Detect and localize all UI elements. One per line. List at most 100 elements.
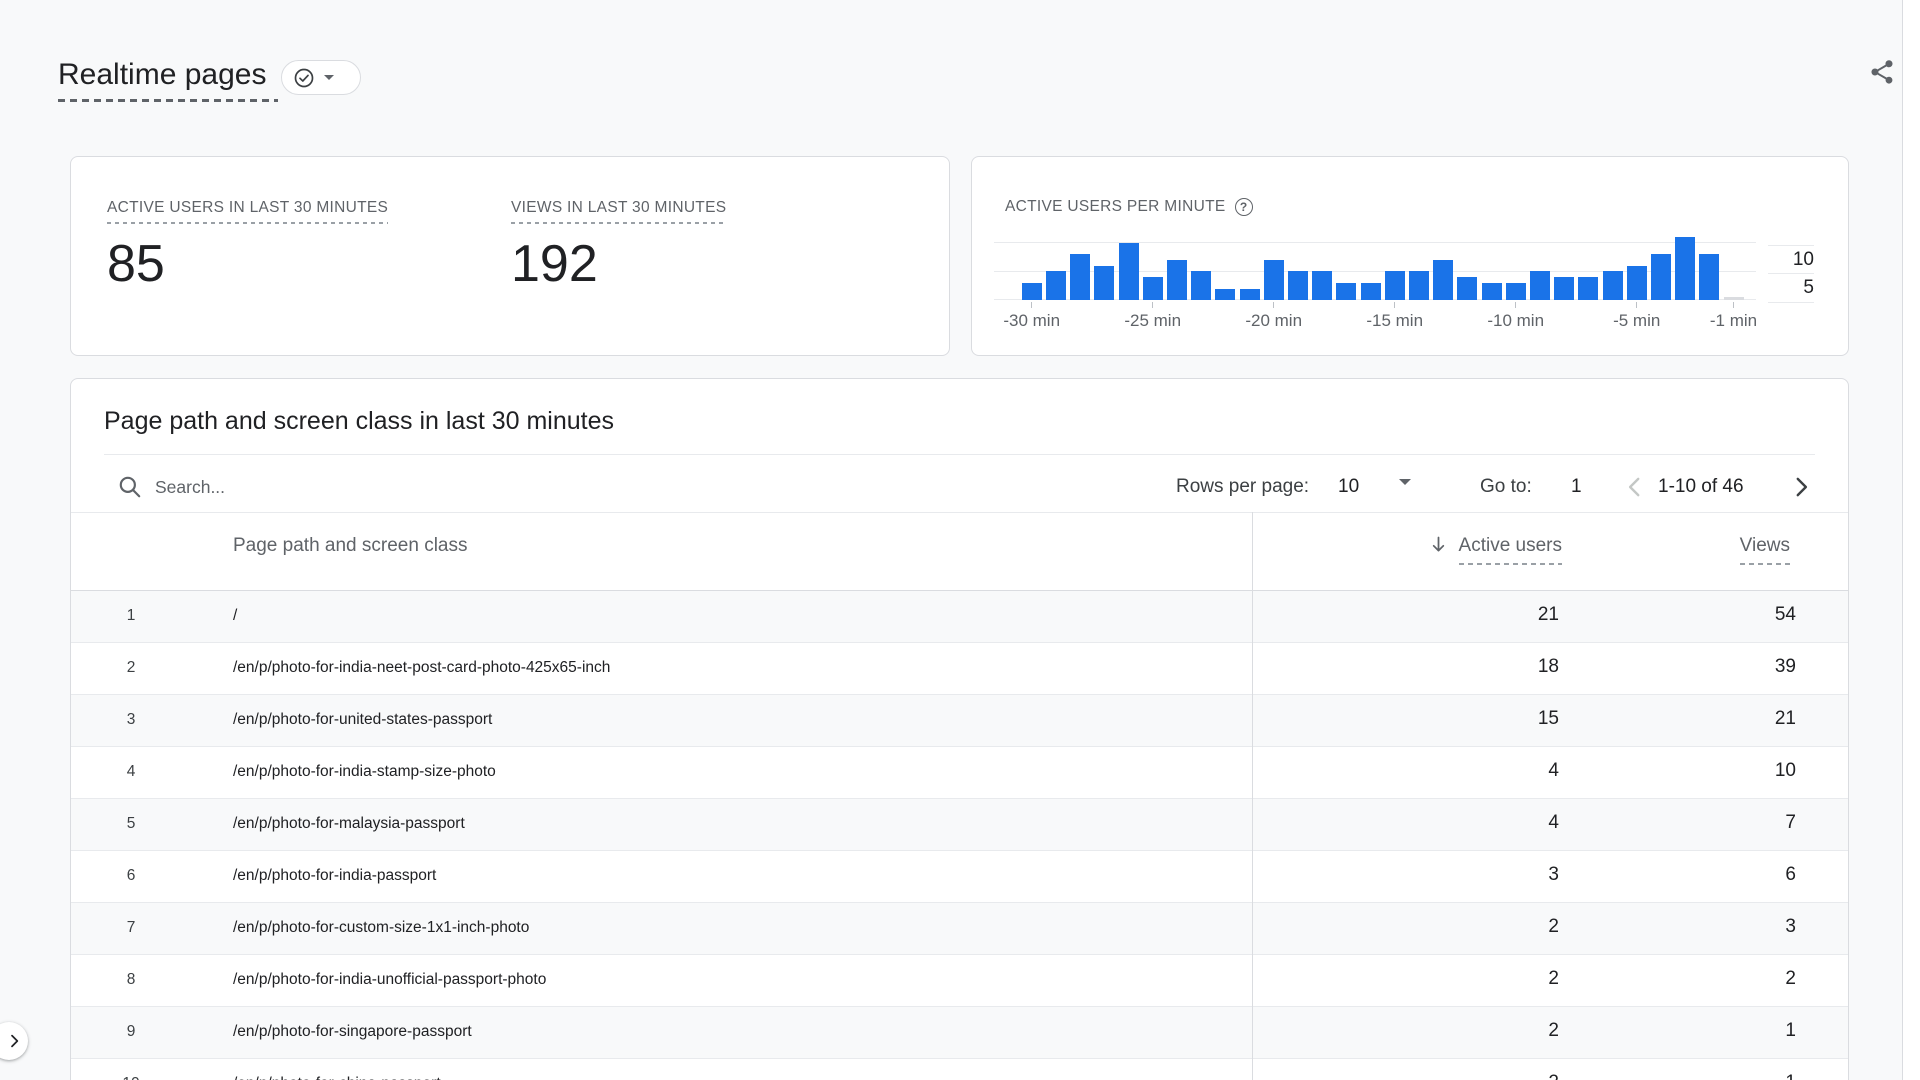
chart-bar	[1409, 271, 1429, 300]
summary-stats-card: ACTIVE USERS IN LAST 30 MINUTES 85 VIEWS…	[70, 156, 950, 356]
column-header-page-path[interactable]: Page path and screen class	[233, 535, 468, 557]
goto-page-input[interactable]: 1	[1571, 476, 1582, 498]
page-title-underline	[58, 99, 278, 102]
gridline-10	[994, 242, 1756, 243]
views-stat-label: VIEWS IN LAST 30 MINUTES	[511, 199, 726, 224]
chart-bar	[1240, 289, 1260, 300]
chart-bar	[1482, 283, 1502, 300]
row-index: 1	[119, 606, 143, 626]
chart-bar	[1433, 260, 1453, 300]
row-views: 3	[1785, 917, 1796, 937]
table-rows: 1/21542/en/p/photo-for-india-neet-post-c…	[71, 591, 1848, 1080]
row-index: 9	[119, 1022, 143, 1042]
chart-bar	[1312, 271, 1332, 300]
chart-bar	[1651, 254, 1671, 300]
goto-page-label: Go to:	[1480, 476, 1532, 498]
pages-table-card: Page path and screen class in last 30 mi…	[70, 378, 1849, 1080]
row-page-path: /en/p/photo-for-india-stamp-size-photo	[233, 762, 496, 782]
active-users-per-minute-card: ACTIVE USERS PER MINUTE ? -30 min-25 min…	[971, 156, 1849, 356]
chart-bar	[1022, 283, 1042, 300]
chart-bar	[1336, 283, 1356, 300]
rows-per-page-select[interactable]: 10	[1338, 476, 1359, 498]
collapsed-right-panel	[1902, 0, 1920, 1080]
chart-bar	[1603, 271, 1623, 300]
row-active-users: 15	[1538, 709, 1559, 729]
table-row: 10/en/p/photo-for-china-passport21	[71, 1059, 1848, 1080]
row-index: 5	[119, 814, 143, 834]
x-axis-label: -15 min	[1353, 311, 1437, 330]
row-views: 21	[1775, 709, 1796, 729]
page-title: Realtime pages	[58, 57, 266, 93]
row-page-path: /en/p/photo-for-malaysia-passport	[233, 814, 465, 834]
chart-bar	[1191, 271, 1211, 300]
chart-bar	[1530, 271, 1550, 300]
table-row: 8/en/p/photo-for-india-unofficial-passpo…	[71, 955, 1848, 1007]
row-page-path: /en/p/photo-for-china-passport	[233, 1074, 441, 1080]
row-index: 3	[119, 710, 143, 730]
row-index: 4	[119, 762, 143, 782]
y-axis-segment-0	[1768, 302, 1814, 303]
row-page-path: /en/p/photo-for-singapore-passport	[233, 1022, 472, 1042]
row-page-path: /en/p/photo-for-india-unofficial-passpor…	[233, 970, 546, 990]
x-axis-label: -5 min	[1595, 311, 1679, 330]
active-users-stat-value: 85	[107, 236, 388, 292]
chart-bar	[1506, 283, 1526, 300]
chart-bar	[1119, 243, 1139, 300]
row-index: 8	[119, 970, 143, 990]
chart-bar	[1264, 260, 1284, 300]
x-axis-label: -10 min	[1474, 311, 1558, 330]
x-axis-tick	[1273, 302, 1274, 308]
row-active-users: 4	[1548, 761, 1559, 781]
chart-bar	[1046, 271, 1066, 300]
share-icon[interactable]	[1868, 58, 1898, 88]
search-input[interactable]	[155, 473, 575, 501]
views-stat-value: 192	[511, 236, 726, 292]
y-axis-segment-10	[1768, 245, 1814, 246]
chart-bar-partial	[1724, 297, 1744, 300]
chart-bar	[1288, 271, 1308, 300]
chart-bar	[1578, 277, 1598, 300]
row-views: 1	[1785, 1021, 1796, 1041]
row-views: 39	[1775, 657, 1796, 677]
x-axis-label: -1 min	[1692, 311, 1776, 330]
chart-bar	[1143, 277, 1163, 300]
check-circle-icon	[293, 67, 315, 89]
row-views: 10	[1775, 761, 1796, 781]
row-index: 7	[119, 918, 143, 938]
previous-page-button[interactable]	[1622, 474, 1648, 500]
table-row: 5/en/p/photo-for-malaysia-passport47	[71, 799, 1848, 851]
table-row: 4/en/p/photo-for-india-stamp-size-photo 4…	[71, 747, 1848, 799]
row-active-users: 2	[1548, 1073, 1559, 1080]
row-page-path: /	[233, 606, 237, 626]
next-page-button[interactable]	[1788, 474, 1814, 500]
chart-bar	[1554, 277, 1574, 300]
caret-down-icon[interactable]	[1399, 485, 1411, 503]
chart-bar	[1385, 271, 1405, 300]
row-page-path: /en/p/photo-for-united-states-passport	[233, 710, 492, 730]
row-active-users: 2	[1548, 917, 1559, 937]
x-axis-tick	[1733, 302, 1734, 308]
column-divider	[1252, 512, 1253, 1080]
x-axis-tick	[1394, 302, 1395, 308]
chart-bar	[1094, 266, 1114, 300]
row-page-path: /en/p/photo-for-india-passport	[233, 866, 436, 886]
x-axis-tick	[1515, 302, 1516, 308]
chart-bar	[1167, 260, 1187, 300]
x-axis-tick	[1636, 302, 1637, 308]
expand-navigation-button[interactable]	[0, 1022, 28, 1060]
column-header-active-users[interactable]: Active users	[1459, 535, 1562, 565]
pagination-range: 1-10 of 46	[1658, 476, 1744, 498]
report-status-button[interactable]	[281, 60, 361, 95]
chart-bar	[1627, 266, 1647, 300]
active-users-stat: ACTIVE USERS IN LAST 30 MINUTES 85	[107, 199, 388, 292]
chart-bar	[1457, 277, 1477, 300]
row-views: 6	[1785, 865, 1796, 885]
y-axis-label-5: 5	[1768, 277, 1814, 299]
y-axis-label-10: 10	[1768, 249, 1814, 271]
row-active-users: 2	[1548, 1021, 1559, 1041]
column-header-views[interactable]: Views	[1740, 535, 1790, 565]
row-active-users: 21	[1538, 605, 1559, 625]
table-row: 9/en/p/photo-for-singapore-passport 2 1	[71, 1007, 1848, 1059]
x-axis-tick	[1031, 302, 1032, 308]
y-axis-segment-5	[1768, 273, 1814, 274]
